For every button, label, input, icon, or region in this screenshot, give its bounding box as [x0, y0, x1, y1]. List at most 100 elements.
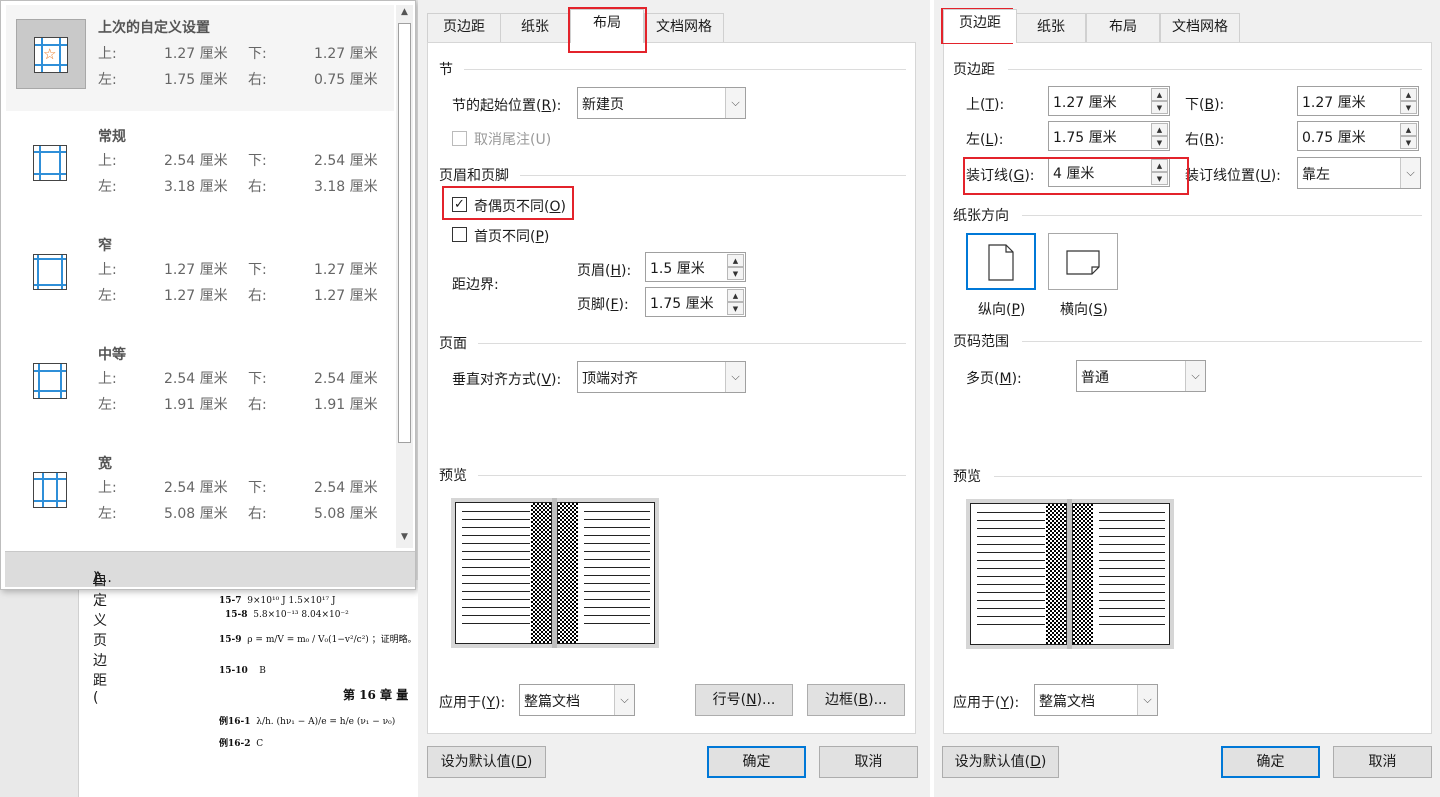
margin-preset-wide[interactable]: 宽 上: 2.54 厘米 下: 2.54 厘米 左: 5.08 厘米 右: 5.08 厘米	[6, 441, 394, 547]
tab-bar: 页边距 纸张 布局 文档网格	[418, 0, 930, 43]
spin-down-icon[interactable]: ▼	[1151, 101, 1168, 114]
doc-line: 例16-2 C	[219, 739, 264, 749]
section-title: 页码范围	[953, 334, 1009, 350]
borders-button[interactable]: 边框(B)...	[807, 684, 905, 716]
section-start-select[interactable]: 新建页 ⌵	[577, 87, 746, 119]
scroll-down-icon[interactable]: ▼	[398, 530, 411, 545]
doc-line: 例16-1 λ/h. (hν₁ − A)/e = h/e (ν₁ − ν₀)	[219, 717, 396, 727]
spin-down-icon[interactable]: ▼	[1400, 101, 1417, 114]
tab-margins[interactable]: 页边距	[943, 9, 1017, 43]
landscape-page-icon	[1066, 250, 1100, 275]
portrait-page-icon	[988, 244, 1014, 281]
section-title: 纸张方向	[953, 208, 1009, 224]
chevron-down-icon: ⌵	[1400, 158, 1420, 188]
section-title: 页面	[439, 336, 467, 352]
custom-margin-star-icon: ☆	[16, 19, 86, 89]
apply-to-label: 应用于(Y):	[953, 695, 1020, 711]
margins-dropdown: ☆ 上次的自定义设置 上: 1.27 厘米 下: 1.27 厘米 左: 1.75 厘米右…	[0, 0, 416, 706]
preset-title: 上次的自定义设置	[98, 20, 210, 36]
suppress-endnotes-checkbox[interactable]	[452, 131, 467, 146]
spin-down-icon[interactable]: ▼	[1151, 136, 1168, 149]
bottom-margin-stepper[interactable]: 1.27 厘米 ▲ ▼	[1297, 86, 1419, 116]
chevron-down-icon: ⌵	[1137, 685, 1157, 715]
vertical-alignment-label: 垂直对齐方式(V):	[452, 372, 562, 388]
spin-up-icon[interactable]: ▲	[1151, 88, 1168, 101]
portrait-button[interactable]	[966, 233, 1036, 290]
portrait-label: 纵向(P)	[978, 302, 1026, 318]
page-setup-dialog-layout: 页边距 纸张 布局 文档网格 节 节的起始位置(R): 新建页 ⌵ 取消尾注(U…	[418, 0, 930, 797]
tab-document-grid[interactable]: 文档网格	[1160, 13, 1240, 42]
tab-document-grid[interactable]: 文档网格	[644, 13, 724, 42]
tab-paper[interactable]: 纸张	[500, 13, 570, 42]
section-title: 节	[439, 62, 453, 78]
doc-line: 15-9 ρ = m/V = m₀ / V₀(1−v²/c²) ；证明略。	[219, 635, 417, 645]
chevron-down-icon: ⌵	[725, 88, 745, 118]
cancel-button[interactable]: 取消	[819, 746, 918, 778]
tab-margins[interactable]: 页边距	[427, 13, 501, 42]
scroll-up-icon[interactable]: ▲	[398, 5, 411, 20]
spin-down-icon[interactable]: ▼	[727, 302, 744, 315]
doc-line: 15-8 5.8×10⁻¹³ 8.04×10⁻²	[225, 610, 349, 620]
layout-panel: 节 节的起始位置(R): 新建页 ⌵ 取消尾注(U) 页眉和页脚 ✓ 奇偶页不同…	[427, 42, 916, 734]
gutter-stepper[interactable]: 4 厘米 ▲ ▼	[1048, 157, 1170, 187]
preview-left-page	[455, 502, 552, 644]
tab-layout[interactable]: 布局	[570, 9, 644, 43]
spin-up-icon[interactable]: ▲	[727, 254, 744, 267]
line-numbers-button[interactable]: 行号(N)...	[695, 684, 793, 716]
top-margin-stepper[interactable]: 1.27 厘米 ▲ ▼	[1048, 86, 1170, 116]
landscape-button[interactable]	[1048, 233, 1118, 290]
bottom-margin-label: 下(B):	[1185, 97, 1225, 113]
suppress-endnotes-label: 取消尾注(U)	[474, 132, 552, 148]
vertical-alignment-select[interactable]: 顶端对齐 ⌵	[577, 361, 746, 393]
ok-button[interactable]: 确定	[1221, 746, 1320, 778]
odd-even-checkbox[interactable]: ✓	[452, 197, 467, 212]
apply-to-select[interactable]: 整篇文档 ⌵	[1034, 684, 1158, 716]
gutter-position-select[interactable]: 靠左 ⌵	[1297, 157, 1421, 189]
footer-distance-stepper[interactable]: 1.75 厘米 ▲ ▼	[645, 287, 746, 317]
section-title: 页眉和页脚	[439, 168, 509, 184]
first-page-checkbox[interactable]	[452, 227, 467, 242]
apply-to-label: 应用于(Y):	[439, 695, 506, 711]
right-margin-stepper[interactable]: 0.75 厘米 ▲ ▼	[1297, 121, 1419, 151]
spin-up-icon[interactable]: ▲	[1151, 123, 1168, 136]
footer-distance-label: 页脚(F):	[577, 297, 629, 313]
custom-margins-button[interactable]: 自定义页边距(A)...	[5, 551, 415, 706]
preset-title: 宽	[98, 456, 112, 472]
wide-margin-icon	[16, 455, 86, 525]
section-title: 预览	[439, 468, 467, 484]
scrollbar-thumb[interactable]	[398, 23, 411, 443]
set-default-button[interactable]: 设为默认值(D)	[427, 746, 546, 778]
gutter-position-label: 装订线位置(U):	[1185, 168, 1281, 184]
doc-line: 15-10 B	[219, 666, 266, 676]
margin-preset-narrow[interactable]: 窄 上: 1.27 厘米 下: 1.27 厘米 左: 1.27 厘米 右: 1.27 厘米	[6, 223, 394, 329]
spin-up-icon[interactable]: ▲	[1400, 123, 1417, 136]
tab-layout[interactable]: 布局	[1086, 13, 1160, 42]
landscape-label: 横向(S)	[1060, 302, 1108, 318]
margin-preset-moderate[interactable]: 中等 上: 2.54 厘米 下: 2.54 厘米 左: 1.91 厘米 右: 1.91 厘米	[6, 332, 394, 438]
spin-down-icon[interactable]: ▼	[1400, 136, 1417, 149]
header-distance-stepper[interactable]: 1.5 厘米 ▲ ▼	[645, 252, 746, 282]
spin-up-icon[interactable]: ▲	[727, 289, 744, 302]
gutter-label: 装订线(G):	[966, 168, 1035, 184]
spin-up-icon[interactable]: ▲	[1400, 88, 1417, 101]
margin-preset-normal[interactable]: 常规 上: 2.54 厘米 下: 2.54 厘米 左: 3.18 厘米 右: 3.18 厘米	[6, 114, 394, 220]
from-edge-label: 距边界:	[452, 277, 499, 293]
left-margin-stepper[interactable]: 1.75 厘米 ▲ ▼	[1048, 121, 1170, 151]
margin-preset-last-custom[interactable]: ☆ 上次的自定义设置 上: 1.27 厘米 下: 1.27 厘米 左: 1.75 厘米右…	[6, 5, 394, 111]
doc-chapter-title: 第 16 章 量	[343, 688, 409, 702]
multiple-pages-select[interactable]: 普通 ⌵	[1076, 360, 1206, 392]
spin-up-icon[interactable]: ▲	[1151, 159, 1168, 172]
multiple-pages-label: 多页(M):	[966, 371, 1022, 387]
top-margin-label: 上(T):	[966, 97, 1005, 113]
first-page-label: 首页不同(P)	[474, 229, 550, 245]
ok-button[interactable]: 确定	[707, 746, 806, 778]
cancel-button[interactable]: 取消	[1333, 746, 1432, 778]
set-default-button[interactable]: 设为默认值(D)	[942, 746, 1059, 778]
margins-preview	[966, 499, 1174, 649]
preset-title: 常规	[98, 129, 126, 145]
tab-paper[interactable]: 纸张	[1016, 13, 1086, 42]
chevron-down-icon: ⌵	[1185, 361, 1205, 391]
apply-to-select[interactable]: 整篇文档 ⌵	[519, 684, 635, 716]
spin-down-icon[interactable]: ▼	[727, 267, 744, 280]
spin-down-icon[interactable]: ▼	[1151, 172, 1168, 185]
